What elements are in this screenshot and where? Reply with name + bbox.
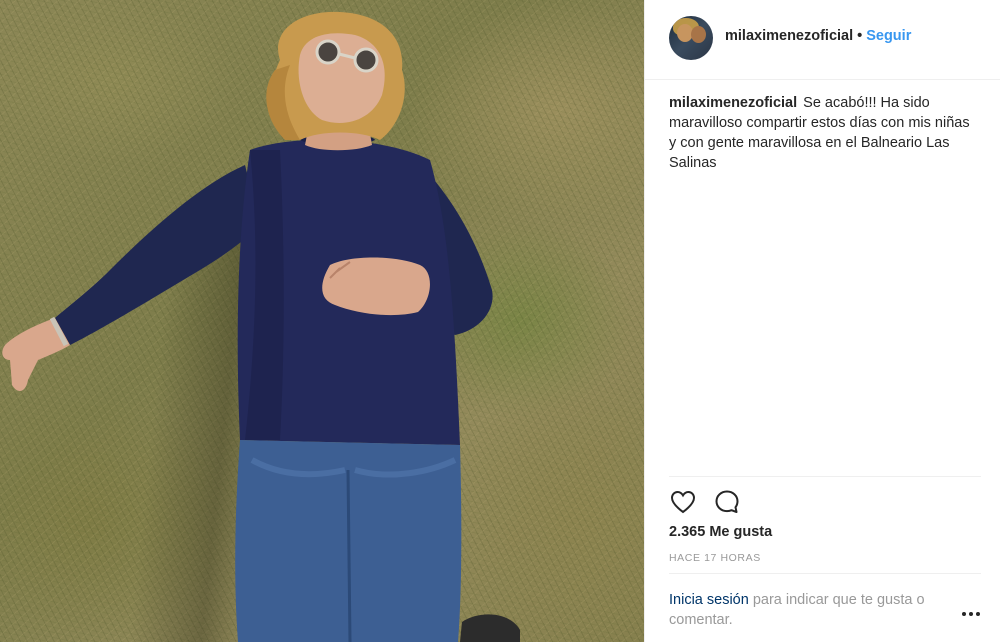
avatar[interactable] [669, 16, 713, 60]
comment-icon [715, 490, 739, 513]
person-illustration [2, 11, 520, 642]
comment-button[interactable] [713, 488, 741, 516]
more-dot [969, 612, 973, 616]
more-options-icon[interactable] [959, 606, 983, 622]
post-header: milaximenezoficial • Seguir [645, 0, 1000, 80]
action-icons [669, 488, 741, 516]
author-username[interactable]: milaximenezoficial [725, 28, 853, 44]
follow-button[interactable]: Seguir [866, 28, 911, 44]
post-timestamp[interactable]: HACE 17 HORAS [669, 552, 761, 564]
more-dot [976, 612, 980, 616]
login-divider [669, 573, 981, 574]
header-separator: • [857, 28, 863, 44]
likes-count[interactable]: 2.365 Me gusta [669, 524, 772, 540]
more-dot [962, 612, 966, 616]
post-sidebar: milaximenezoficial • Seguir milaximenezofi… [644, 0, 1000, 642]
actions-divider [669, 476, 981, 477]
instagram-post: milaximenezoficial • Seguir milaximenezofi… [0, 0, 1000, 642]
login-prompt: Inicia sesión para indicar que te gusta … [669, 590, 959, 630]
login-link[interactable]: Inicia sesión [669, 592, 749, 608]
post-caption: milaximenezoficial Se acabó!!! Ha sido m… [669, 93, 979, 173]
header-text: milaximenezoficial • Seguir [725, 28, 911, 44]
post-photo[interactable] [0, 0, 644, 642]
avatar-face-right [691, 26, 706, 43]
heart-icon [670, 490, 696, 514]
caption-username[interactable]: milaximenezoficial [669, 95, 797, 111]
like-button[interactable] [669, 488, 697, 516]
